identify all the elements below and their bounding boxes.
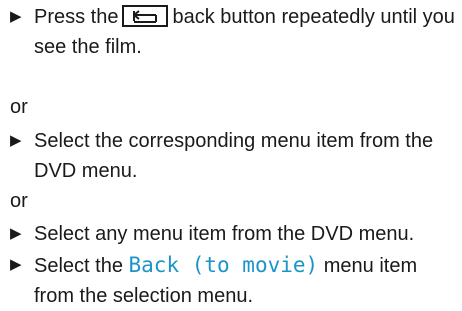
step-text-pre: Press the bbox=[34, 6, 119, 28]
step-select-any: ▶ Select any menu item from the DVD menu… bbox=[10, 219, 460, 249]
bullet-triangle-icon: ▶ bbox=[10, 8, 22, 25]
step-press-back: ▶ Press the back button repeatedly until … bbox=[10, 2, 460, 62]
menu-item-highlight: Back (to movie) bbox=[128, 253, 319, 277]
bullet-triangle-icon: ▶ bbox=[10, 132, 22, 149]
step-text-pre: Select the bbox=[34, 255, 123, 277]
step-text: Select the Back (to movie) menu item fro… bbox=[10, 250, 460, 311]
instruction-page: ▶ Press the back button repeatedly until … bbox=[0, 0, 462, 307]
bullet-triangle-icon: ▶ bbox=[10, 256, 22, 273]
or-separator: or bbox=[10, 190, 28, 212]
step-text: Press the back button repeatedly until yo… bbox=[10, 2, 460, 62]
step-select-corresponding: ▶ Select the corresponding menu item fro… bbox=[10, 126, 460, 186]
step-select-back-to-movie: ▶ Select the Back (to movie) menu item f… bbox=[10, 250, 460, 311]
step-text: Select any menu item from the DVD menu. bbox=[34, 223, 415, 245]
bullet-triangle-icon: ▶ bbox=[10, 225, 22, 242]
step-text: Select the corresponding menu item from … bbox=[34, 130, 434, 182]
or-separator: or bbox=[10, 96, 28, 118]
back-button-icon bbox=[122, 4, 169, 27]
